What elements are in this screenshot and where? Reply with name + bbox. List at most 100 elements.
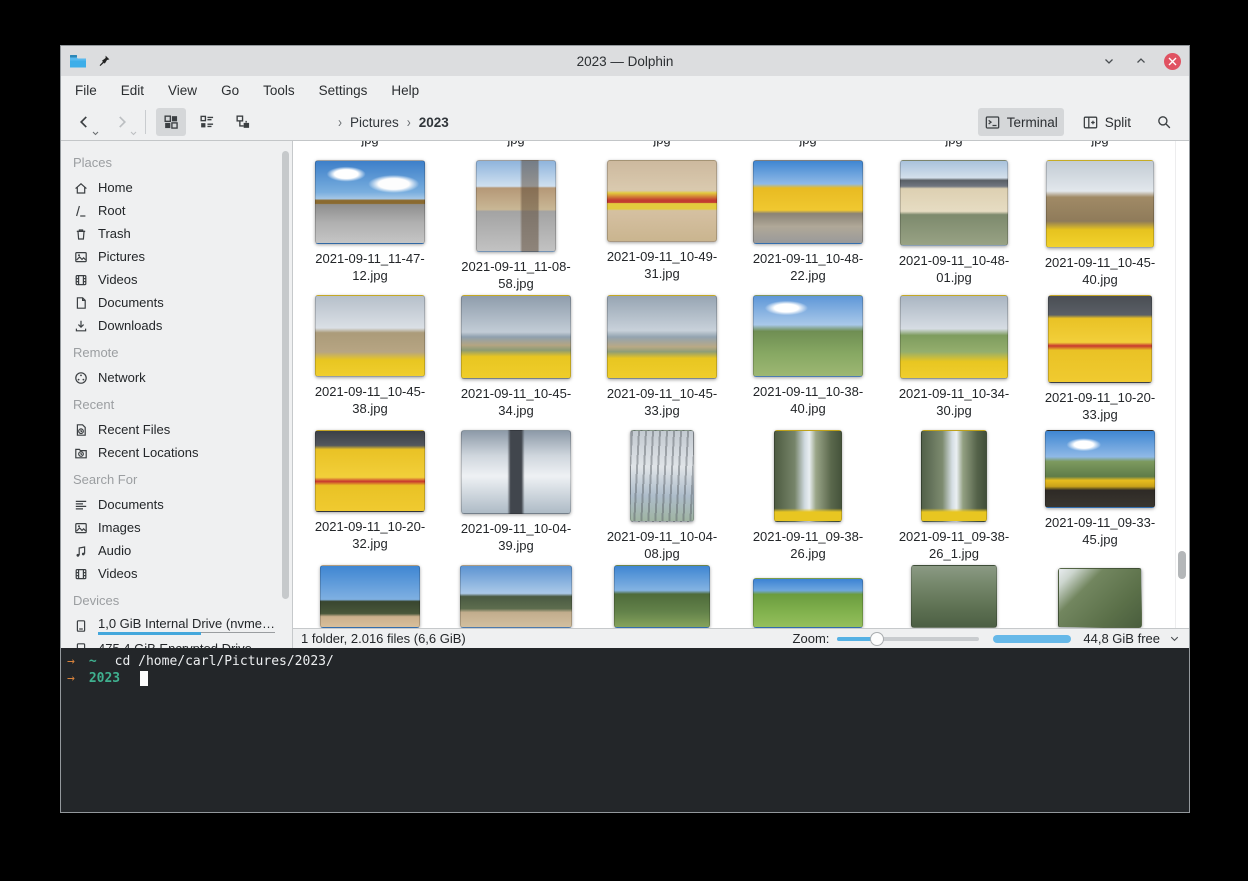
file-item[interactable] [443,565,589,628]
zoom-slider-handle[interactable] [870,632,884,646]
menubar: File Edit View Go Tools Settings Help [61,76,1189,104]
file-item[interactable]: 2021-09-11_10-48-22.jpg [735,160,881,292]
zoom-slider[interactable] [837,632,979,646]
tree-view-button[interactable] [228,108,258,136]
split-button[interactable]: Split [1076,108,1137,136]
minimize-icon[interactable] [1100,52,1118,70]
file-thumbnail[interactable] [774,430,842,522]
drive-icon [73,618,89,634]
file-thumbnail[interactable] [461,295,571,379]
breadcrumb-parent[interactable]: Pictures [350,115,399,130]
file-thumbnail[interactable] [607,160,717,242]
sidebar-item-home[interactable]: Home [71,176,292,199]
menu-help[interactable]: Help [391,83,419,98]
file-item[interactable]: 2021-09-11_10-48-01.jpg [881,160,1027,292]
file-item[interactable]: 2021-09-11_10-20-33.jpg [1027,295,1173,423]
file-thumbnail[interactable] [315,430,425,512]
file-thumbnail[interactable] [1058,568,1142,628]
sidebar-item-1-0-gib-internal-drive-nvme[interactable]: 1,0 GiB Internal Drive (nvme… [71,614,292,637]
sidebar-item-recent-locations[interactable]: Recent Locations [71,441,292,464]
file-thumbnail[interactable] [1048,295,1152,383]
menu-view[interactable]: View [168,83,197,98]
sidebar-item-images[interactable]: Images [71,516,292,539]
sidebar-item-videos[interactable]: Videos [71,268,292,291]
file-item[interactable]: 2021-09-11_10-04-39.jpg [443,430,589,562]
breadcrumb-current[interactable]: 2023 [419,115,449,130]
file-thumbnail[interactable] [753,160,863,244]
file-thumbnail[interactable] [1045,430,1155,508]
file-thumbnail[interactable] [315,160,425,244]
terminal-toggle-button[interactable]: Terminal [978,108,1064,136]
sidebar-item-network[interactable]: Network [71,366,292,389]
menu-go[interactable]: Go [221,83,239,98]
file-thumbnail[interactable] [320,565,420,628]
file-thumbnail[interactable] [900,160,1008,246]
terminal-panel[interactable]: →~cd /home/carl/Pictures/2023/→2023 [61,648,1189,812]
terminal-cursor[interactable] [140,671,148,686]
titlebar[interactable]: 2023 — Dolphin [61,46,1189,76]
file-item[interactable] [881,565,1027,628]
file-thumbnail[interactable] [753,578,863,628]
file-item[interactable]: 2021-09-11_10-49-31.jpg [589,160,735,292]
sidebar-item-downloads[interactable]: Downloads [71,314,292,337]
file-thumbnail[interactable] [900,295,1008,379]
sidebar-scrollbar[interactable] [282,151,289,599]
file-item[interactable]: 2021-09-11_10-34-30.jpg [881,295,1027,423]
file-item[interactable]: 2021-09-11_10-20-32.jpg [297,430,443,562]
sidebar-item-videos[interactable]: Videos [71,562,292,585]
sidebar-item-recent-files[interactable]: Recent Files [71,418,292,441]
file-item[interactable]: 2021-09-11_10-45-34.jpg [443,295,589,423]
file-item[interactable]: 2021-09-11_09-38-26_1.jpg [881,430,1027,562]
sidebar-item-trash[interactable]: Trash [71,222,292,245]
file-item[interactable] [735,565,881,628]
maximize-icon[interactable] [1132,52,1150,70]
forward-dropdown-icon[interactable] [130,131,137,136]
details-view-button[interactable] [192,108,222,136]
menu-file[interactable]: File [75,83,97,98]
back-dropdown-icon[interactable] [92,131,99,136]
file-item[interactable]: 2021-09-11_11-08-58.jpg [443,160,589,292]
file-thumbnail[interactable] [753,295,863,377]
menu-tools[interactable]: Tools [263,83,295,98]
sidebar-item-audio[interactable]: Audio [71,539,292,562]
file-item[interactable]: 2021-09-11_11-47-12.jpg [297,160,443,292]
sidebar-item-documents[interactable]: Documents [71,291,292,314]
file-thumbnail[interactable] [607,295,717,379]
file-thumbnail[interactable] [460,565,572,628]
file-item[interactable]: 2021-09-11_10-45-38.jpg [297,295,443,423]
file-thumbnail[interactable] [911,565,997,628]
statusbar-chevron-down-icon[interactable] [1168,632,1181,645]
sidebar-item-documents[interactable]: Documents [71,493,292,516]
forward-button[interactable] [109,109,135,135]
file-item[interactable]: 2021-09-11_09-33-45.jpg [1027,430,1173,562]
file-item[interactable]: 2021-09-11_09-38-26.jpg [735,430,881,562]
file-item[interactable]: 2021-09-11_10-38-40.jpg [735,295,881,423]
icons-view-button[interactable] [156,108,186,136]
file-item[interactable]: 2021-09-11_10-45-40.jpg [1027,160,1173,292]
file-thumbnail[interactable] [614,565,710,628]
split-icon [1082,114,1099,131]
file-thumbnail[interactable] [315,295,425,377]
sidebar-item-475-4-gib-encrypted-drive[interactable]: 475,4 GiB Encrypted Drive [71,637,292,648]
file-thumbnail[interactable] [630,430,694,522]
file-item[interactable]: 2021-09-11_10-45-33.jpg [589,295,735,423]
file-thumbnail[interactable] [921,430,987,522]
file-item[interactable]: 2021-09-11_10-04-08.jpg [589,430,735,562]
dolphin-window: 2023 — Dolphin File Edit View Go Tools Settin… [60,45,1190,813]
menu-settings[interactable]: Settings [319,83,368,98]
split-button-label: Split [1105,115,1131,130]
file-thumbnail[interactable] [476,160,556,252]
menu-edit[interactable]: Edit [121,83,144,98]
file-thumbnail[interactable] [461,430,571,514]
sidebar-item-pictures[interactable]: Pictures [71,245,292,268]
file-item[interactable] [1027,565,1173,628]
search-icon[interactable] [1149,108,1179,136]
file-item[interactable] [297,565,443,628]
file-view[interactable]: jpgjpgjpgjpgjpgjpg2021-09-11_11-47-12.jp… [293,141,1189,628]
file-thumbnail[interactable] [1046,160,1154,248]
file-item[interactable] [589,565,735,628]
sidebar-item-root[interactable]: Root [71,199,292,222]
close-icon[interactable] [1164,53,1181,70]
back-button[interactable] [71,109,97,135]
view-scrollbar[interactable] [1178,551,1186,579]
